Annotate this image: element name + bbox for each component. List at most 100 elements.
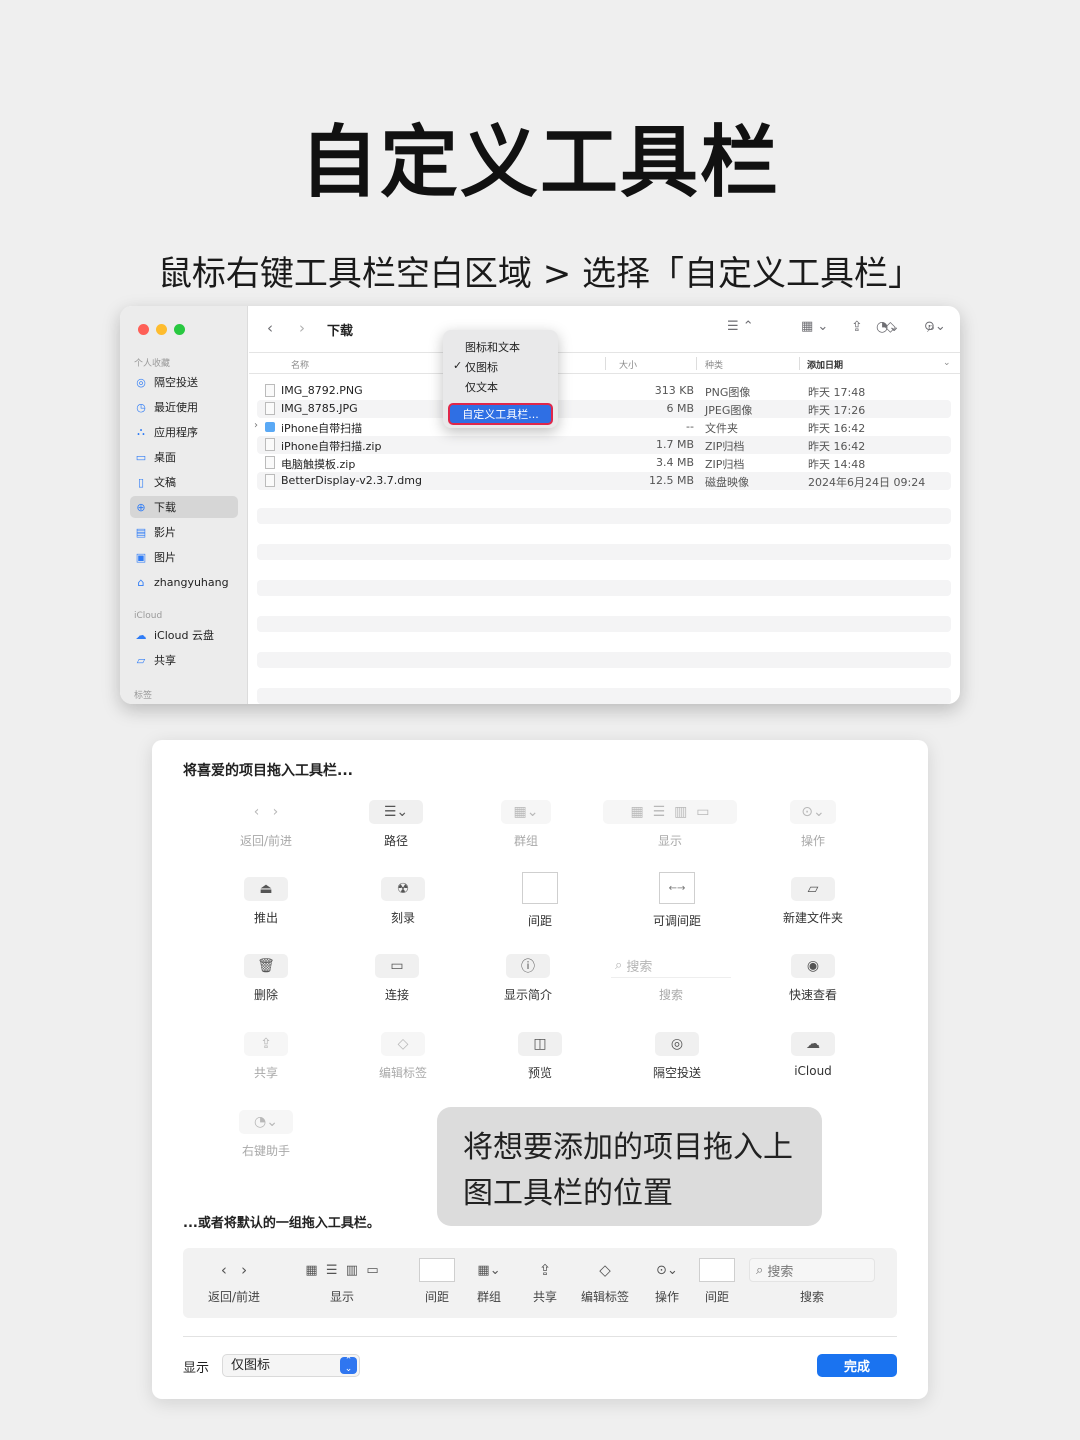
cloud-icon: ☁ [135,628,147,642]
menu-item-customize-toolbar[interactable]: 自定义工具栏... [448,403,553,425]
file-name: BetterDisplay-v2.3.7.dmg [281,474,422,487]
chevron-down-icon[interactable]: ⌄ [943,358,951,368]
panel-heading: 将喜爱的项目拖入工具栏... [183,763,353,779]
back-icon[interactable]: ‹ [267,319,273,337]
sidebar-item-label: 共享 [154,654,176,667]
menu-item-icon-and-text[interactable]: 图标和文本 [465,339,520,355]
sidebar-item[interactable]: ☁ iCloud 云盘 [130,624,238,646]
sidebar-item-label: 下载 [154,501,176,514]
minimize-button[interactable] [156,324,167,335]
list-view-icon[interactable]: ☰ ⌃ [727,319,754,334]
default-action: ⊙⌄ 操作 [645,1258,689,1305]
default-space-1: 间距 [417,1258,457,1305]
default-edit-tags: ◇ 编辑标签 [577,1258,633,1305]
forward-icon[interactable]: › [299,319,305,337]
share-icon: ⇪ [244,1032,288,1056]
sidebar-item-label: 隔空投送 [154,376,198,389]
sidebar-item[interactable]: ⊕ 下载 [130,496,238,518]
sidebar-item-label: 图片 [154,551,176,564]
item-action[interactable]: ⊙⌄ 操作 [738,800,888,849]
file-size: 1.7 MB [655,438,694,451]
item-preview[interactable]: ◫ 预览 [465,1032,615,1081]
item-space[interactable]: 间距 [465,872,615,929]
group-icon[interactable]: ▦ ⌄ [801,319,828,334]
close-button[interactable] [138,324,149,335]
film-icon: ▤ [135,525,147,539]
sidebar-item[interactable]: ▱ 共享 [130,649,238,671]
clock-icon: ◷ [136,400,146,414]
search-field-preview: ⌕ 搜索 [749,1258,875,1282]
search-icon: ⌕ [756,1262,768,1278]
column-kind[interactable]: 种类 [705,358,723,371]
toolbar-context-menu: 图标和文本 ✓ 仅图标 仅文本 自定义工具栏... [443,330,558,428]
item-get-info[interactable]: ⓘ 显示简介 [453,954,603,1003]
disclosure-icon[interactable]: › [254,420,258,431]
show-mode-select[interactable]: 仅图标 ⌃ ⌄ [222,1354,360,1377]
menu-item-text-only[interactable]: 仅文本 [465,379,498,395]
default-group: ▦⌄ 群组 [467,1258,511,1305]
finder-sidebar: 个人收藏 ◎ 隔空投送 ◷ 最近使用 ⛬ 应用程序 ▭ 桌面 ▯ 文稿 ⊕ 下载 ▤ 影片 ▣ 图片 ⌂ zhan… [120,306,248,704]
sidebar-item[interactable]: ⌂ zhangyuhang [130,571,238,593]
item-right-click-helper[interactable]: ◔⌄ 右键助手 [191,1110,341,1159]
sidebar-item[interactable]: ◷ 最近使用 [130,396,238,418]
table-row[interactable]: 电脑触摸板.zip 3.4 MB ZIP归档 昨天 14:48 [257,454,951,472]
table-row[interactable]: BetterDisplay-v2.3.7.dmg 12.5 MB 磁盘映像 2024年… [257,472,951,490]
item-search[interactable]: ⌕ 搜索 搜索 [596,954,746,1003]
page-subtitle: 鼠标右键工具栏空白区域 > 选择「自定义工具栏」 [157,254,923,294]
sidebar-item[interactable]: ▯ 文稿 [130,471,238,493]
search-icon[interactable]: ⌕ [927,318,935,336]
finder-toolbar[interactable]: ‹ › 下载 ☰ ⌃ ▦ ⌄ ⇪ ◇ ⊙⌄ [249,306,960,352]
file-kind: JPEG图像 [705,404,753,417]
file-kind: ZIP归档 [705,458,745,471]
right-click-helper-icon[interactable]: ◔⌄ [876,319,900,335]
sidebar-item[interactable]: ▤ 影片 [130,521,238,543]
column-name[interactable]: 名称 [291,358,309,371]
default-toolbar-set[interactable]: ‹ › 返回/前进 ▦ ☰ ▥ ▭ 显示 间距 ▦⌄ 群组 ⇪ 共享 ◇ 编辑标… [183,1248,897,1318]
item-quick-look[interactable]: ◉ 快速查看 [738,954,888,1003]
table-row[interactable]: › iPhone自带扫描 -- 文件夹 昨天 16:42 [254,418,951,436]
desktop-icon: ▭ [135,450,147,464]
space-icon [699,1258,735,1282]
file-icon [265,438,275,451]
page-title: 自定义工具栏 [299,118,780,208]
sidebar-item[interactable]: ▭ 桌面 [130,446,238,468]
item-icloud[interactable]: ☁ iCloud [738,1032,888,1078]
window-controls [138,324,185,335]
item-view[interactable]: ▦ ☰ ▥ ▭ 显示 [595,800,745,849]
item-airdrop[interactable]: ◎ 隔空投送 [602,1032,752,1081]
zoom-button[interactable] [174,324,185,335]
table-row[interactable]: IMG_8792.PNG 313 KB PNG图像 昨天 17:48 [257,382,951,400]
file-size: 3.4 MB [655,456,694,469]
item-connect[interactable]: ▭ 连接 [322,954,472,1003]
sidebar-item[interactable]: ▣ 图片 [130,546,238,568]
item-eject[interactable]: ⏏ 推出 [191,877,341,926]
file-date: 昨天 17:26 [808,404,866,417]
picture-icon: ▣ [135,550,147,564]
sidebar-item[interactable]: ⛬ 应用程序 [130,421,238,443]
info-icon: ⓘ [506,954,550,978]
menu-item-icon-only[interactable]: 仅图标 [465,359,498,375]
item-burn[interactable]: ☢ 刻录 [328,877,478,926]
folder-icon [265,422,275,432]
item-share[interactable]: ⇪ 共享 [191,1032,341,1081]
eject-icon: ⏏ [244,877,288,901]
item-back-forward[interactable]: ‹ › 返回/前进 [191,800,341,849]
item-edit-tags[interactable]: ◇ 编辑标签 [328,1032,478,1081]
file-icon [265,402,275,415]
item-path[interactable]: ☰⌄ 路径 [321,800,471,849]
column-date[interactable]: 添加日期 [807,358,843,371]
item-flexible-space[interactable]: ←→ 可调间距 [602,872,752,929]
item-group[interactable]: ▦⌄ 群组 [451,800,601,849]
column-size[interactable]: 大小 [619,358,637,371]
item-new-folder[interactable]: ▱ 新建文件夹 [738,877,888,926]
default-back-forward: ‹ › 返回/前进 [199,1258,269,1305]
sidebar-header-tags: 标签 [134,691,153,701]
show-label: 显示 [183,1361,210,1376]
sidebar-item[interactable]: ◎ 隔空投送 [130,371,238,393]
share-icon[interactable]: ⇪ [851,319,863,335]
table-row[interactable]: iPhone自带扫描.zip 1.7 MB ZIP归档 昨天 16:42 [257,436,951,454]
table-row[interactable]: IMG_8785.JPG 6 MB JPEG图像 昨天 17:26 [257,400,951,418]
item-delete[interactable]: 🗑 删除 [191,954,341,1003]
done-button[interactable]: 完成 [817,1354,897,1377]
file-size: -- [686,420,694,433]
